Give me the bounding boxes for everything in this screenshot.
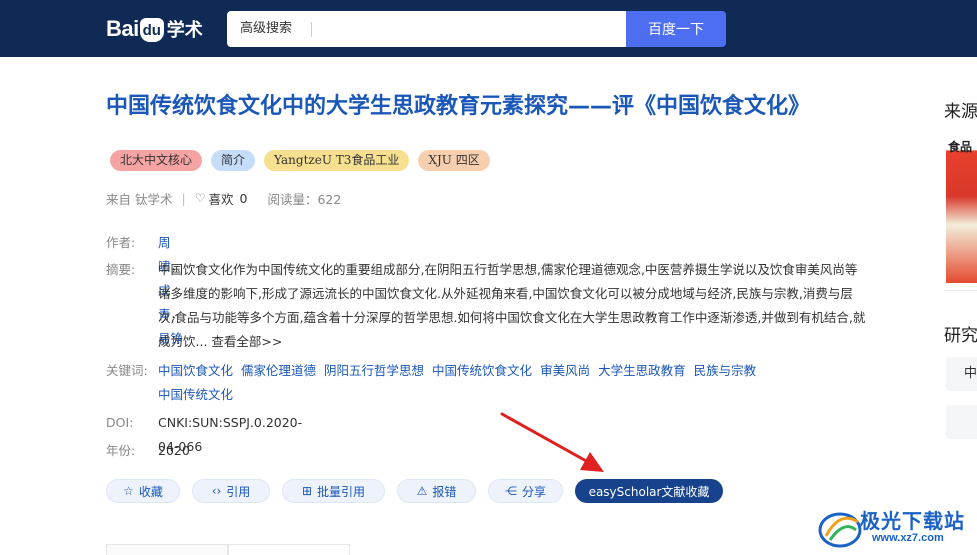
source-label: 来自 钛学术 bbox=[106, 191, 173, 207]
action-bar: ☆ 收藏 ‹› 引用 ⊞ 批量引用 ⚠ 报错 ⋲ 分享 easyScholar文… bbox=[106, 479, 735, 503]
search-divider bbox=[311, 22, 312, 37]
easyscholar-collect-button[interactable]: easyScholar文献收藏 bbox=[575, 479, 723, 503]
share-button[interactable]: ⋲ 分享 bbox=[488, 479, 563, 503]
logo-xueshu: 学术 bbox=[166, 20, 203, 41]
journal-cover-image[interactable]: 食品 bbox=[946, 138, 977, 283]
keyword-link[interactable]: 审美风尚 bbox=[540, 363, 590, 378]
paper-title[interactable]: 中国传统饮食文化中的大学生思政教育元素探究——评《中国饮食文化》 bbox=[106, 93, 846, 121]
report-label: 报错 bbox=[432, 484, 457, 499]
cite-label: 引用 bbox=[226, 484, 251, 499]
code-brackets-icon: ‹› bbox=[211, 484, 222, 498]
share-label: 分享 bbox=[521, 484, 546, 499]
easyscholar-label: easyScholar文献收藏 bbox=[588, 484, 710, 499]
tab-second[interactable] bbox=[228, 544, 350, 555]
report-error-button[interactable]: ⚠ 报错 bbox=[397, 479, 476, 503]
doi-label: DOI: bbox=[106, 415, 134, 430]
research-item[interactable]: 中 bbox=[946, 357, 977, 391]
keyword-link[interactable]: 大学生思政教育 bbox=[598, 363, 686, 378]
keywords-list: 中国饮食文化 儒家伦理道德 阴阳五行哲学思想 中国传统饮食文化 审美风尚 大学生思政教育民… bbox=[158, 359, 858, 407]
abstract-label: 摘要: bbox=[106, 262, 136, 277]
abstract-content: 中国饮食文化作为中国传统文化的重要组成部分,在阴阳五行哲学思想,儒家伦理道德观念… bbox=[158, 258, 866, 354]
keywords-label: 关键词: bbox=[106, 363, 148, 378]
likes-count: 0 bbox=[239, 190, 248, 206]
research-item[interactable] bbox=[946, 405, 977, 439]
warning-icon: ⚠ bbox=[416, 484, 428, 498]
likes-label[interactable]: 喜欢 bbox=[208, 189, 233, 208]
meta-divider: | bbox=[181, 190, 186, 206]
authors-label: 作者: bbox=[106, 235, 136, 250]
star-icon: ☆ bbox=[123, 484, 134, 498]
year-label: 年份: bbox=[106, 443, 136, 458]
research-heading: 研究 bbox=[944, 326, 977, 346]
tag-xju: XJU 四区 bbox=[418, 150, 490, 171]
collect-button[interactable]: ☆ 收藏 bbox=[106, 479, 180, 503]
watermark-name: 极光下载站 bbox=[860, 509, 965, 533]
abstract-more-link[interactable]: 查看全部>> bbox=[211, 334, 282, 349]
folder-plus-icon: ⊞ bbox=[301, 484, 313, 498]
cover-title: 食品 bbox=[948, 140, 973, 154]
search-button[interactable]: 百度一下 bbox=[626, 11, 726, 47]
batch-cite-button[interactable]: ⊞ 批量引用 bbox=[282, 479, 385, 503]
search-input[interactable] bbox=[319, 15, 619, 43]
reads-count: 阅读量：622 bbox=[267, 191, 342, 207]
tag-summary[interactable]: 简介 bbox=[211, 150, 256, 171]
advanced-search-link[interactable]: 高级搜索 bbox=[240, 11, 292, 47]
paper-meta: 来自 钛学术 | ♡ 喜欢 0 阅读量：622 bbox=[106, 189, 341, 207]
paper-tags: 北大中文核心 简介 YangtzeU T3食品工业 XJU 四区 bbox=[110, 150, 490, 171]
baidu-scholar-logo[interactable]: Bai du 学术 bbox=[106, 13, 203, 45]
top-header: Bai du 学术 高级搜索 百度一下 bbox=[0, 0, 977, 57]
keyword-link[interactable]: 中国饮食文化 bbox=[158, 363, 233, 378]
logo-bai: Bai bbox=[106, 16, 139, 41]
share-icon: ⋲ bbox=[504, 484, 517, 498]
watermark-url: www.xz7.com bbox=[872, 532, 944, 544]
tab-first[interactable] bbox=[106, 544, 228, 555]
heart-icon[interactable]: ♡ bbox=[195, 191, 206, 205]
year-value: 2020 bbox=[158, 443, 190, 458]
keyword-link[interactable]: 中国传统文化 bbox=[158, 387, 233, 402]
tag-core-journal: 北大中文核心 bbox=[110, 150, 203, 171]
keyword-link[interactable]: 民族与宗教 bbox=[694, 363, 757, 378]
collect-label: 收藏 bbox=[138, 484, 163, 499]
keyword-link[interactable]: 中国传统饮食文化 bbox=[432, 363, 532, 378]
cite-button[interactable]: ‹› 引用 bbox=[192, 479, 270, 503]
search-box: 高级搜索 bbox=[227, 11, 627, 47]
tag-yangtzeu: YangtzeU T3食品工业 bbox=[264, 150, 410, 171]
keyword-link[interactable]: 儒家伦理道德 bbox=[241, 363, 316, 378]
sidebar-divider bbox=[944, 290, 977, 291]
keyword-link[interactable]: 阴阳五行哲学思想 bbox=[324, 363, 424, 378]
batch-cite-label: 批量引用 bbox=[317, 484, 366, 499]
logo-paw-icon: du bbox=[139, 18, 164, 42]
source-heading: 来源 bbox=[944, 102, 977, 122]
